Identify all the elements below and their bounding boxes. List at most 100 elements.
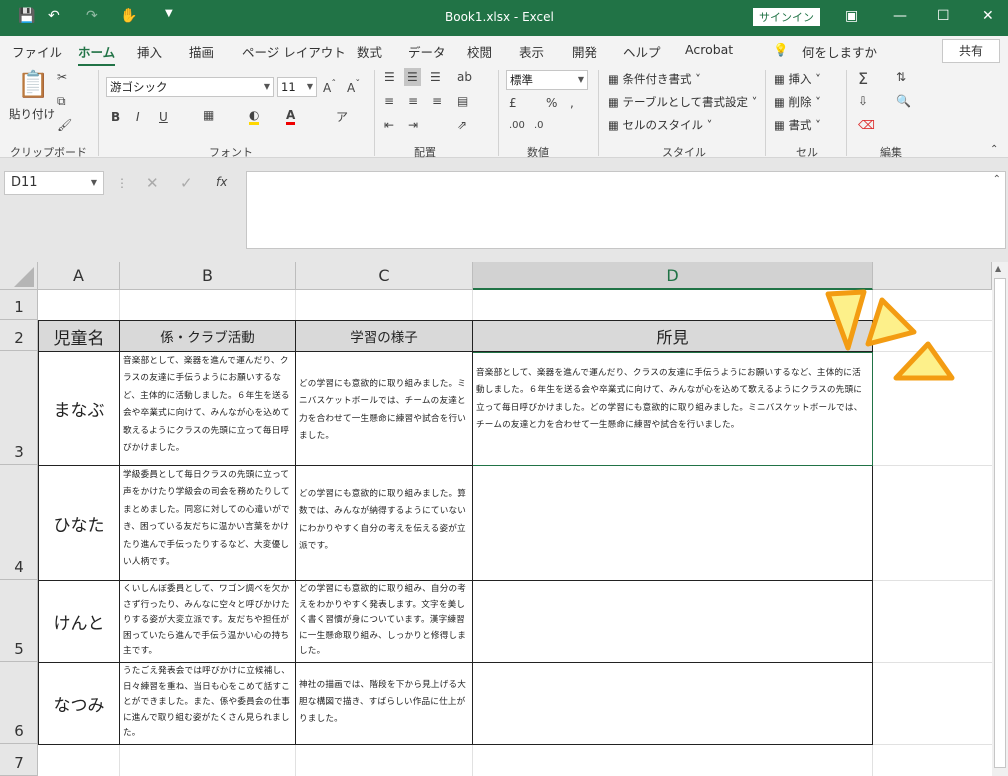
merge-center-icon[interactable]: ▤ xyxy=(457,94,468,108)
number-format-dropdown[interactable]: 標準 ▼ xyxy=(506,70,588,90)
tell-me-search[interactable]: 何をしますか xyxy=(802,42,877,61)
tab-file[interactable]: ファイル xyxy=(12,42,62,61)
study-cell[interactable]: どの学習にも意欲的に取り組みました。ミニバスケットボールでは、チームの友達と力を… xyxy=(296,352,473,466)
row-header-7[interactable]: 7 xyxy=(0,744,38,776)
autosum-icon[interactable]: Σ xyxy=(858,69,868,88)
row-header-4[interactable]: 4 xyxy=(0,465,38,580)
comma-icon[interactable]: , xyxy=(570,96,574,110)
wrap-text-icon[interactable]: ab xyxy=(457,70,472,84)
italic-icon[interactable]: I xyxy=(136,110,140,124)
cell-styles-button[interactable]: ▦ セルのスタイル ˅ xyxy=(608,117,712,133)
tab-page-layout[interactable]: ページ レイアウト xyxy=(242,42,346,61)
column-header-d[interactable]: D xyxy=(473,262,873,290)
underline-icon[interactable]: U xyxy=(159,110,168,124)
paste-button-label[interactable]: 貼り付け xyxy=(9,106,55,122)
header-club[interactable]: 係・クラブ活動 xyxy=(120,321,296,352)
conditional-format-button[interactable]: ▦ 条件付き書式 ˅ xyxy=(608,71,701,87)
currency-icon[interactable]: £ xyxy=(509,96,517,110)
study-cell[interactable]: どの学習にも意欲的に取り組み、自分の考えをわかりやすく発表します。文字を美しく書… xyxy=(296,581,473,663)
insert-function-icon[interactable]: fx xyxy=(216,175,227,189)
save-icon[interactable]: 💾 xyxy=(18,8,35,24)
align-center-icon[interactable]: ≡ xyxy=(408,94,418,108)
sort-filter-icon[interactable]: ⇅ xyxy=(896,70,906,84)
club-cell[interactable]: 学級委員として毎日クラスの先頭に立って声をかけたり学級会の司会を務めたりしてまと… xyxy=(120,466,296,581)
remark-cell[interactable] xyxy=(473,581,873,663)
tab-insert[interactable]: 挿入 xyxy=(137,42,162,61)
row-header-3[interactable]: 3 xyxy=(0,351,38,465)
tab-developer[interactable]: 開発 xyxy=(572,42,597,61)
font-name-dropdown[interactable]: 游ゴシック ▼ xyxy=(106,77,274,97)
student-name-cell[interactable]: ひなた xyxy=(39,466,120,581)
column-header-c[interactable]: C xyxy=(296,262,473,290)
bold-icon[interactable]: B xyxy=(111,110,120,124)
column-header-b[interactable]: B xyxy=(120,262,296,290)
student-name-cell[interactable]: けんと xyxy=(39,581,120,663)
tab-view[interactable]: 表示 xyxy=(519,42,544,61)
header-study[interactable]: 学習の様子 xyxy=(296,321,473,352)
maximize-button[interactable]: ☐ xyxy=(937,8,950,24)
tab-help[interactable]: ヘルプ xyxy=(623,42,661,61)
remark-cell[interactable] xyxy=(473,663,873,745)
increase-indent-icon[interactable]: ⇥ xyxy=(408,118,418,132)
decrease-decimal-icon[interactable]: .0 xyxy=(534,120,544,131)
fill-color-icon[interactable]: ◐ xyxy=(249,108,260,125)
delete-cells-button[interactable]: ▦ 削除 ˅ xyxy=(774,94,821,110)
row-header-2[interactable]: 2 xyxy=(0,320,38,351)
decrease-font-icon[interactable]: Aˇ xyxy=(347,79,360,95)
club-cell[interactable]: 音楽部として、楽器を進んで運んだり、クラスの友達に手伝うようにお願いするなど、主… xyxy=(120,352,296,466)
font-size-dropdown[interactable]: 11 ▼ xyxy=(277,77,317,97)
customize-qat-icon[interactable]: ▼ xyxy=(165,8,173,19)
clear-icon[interactable]: ⌫ xyxy=(858,118,875,132)
undo-icon[interactable]: ↶ xyxy=(48,8,60,24)
increase-decimal-icon[interactable]: .00 xyxy=(509,120,525,131)
formula-input[interactable]: ⌃ xyxy=(246,171,1006,249)
percent-icon[interactable]: % xyxy=(546,96,557,110)
ribbon-display-icon[interactable]: ▣ xyxy=(845,8,858,24)
signin-button[interactable]: サインイン xyxy=(753,8,820,26)
expand-formula-icon[interactable]: ⌃ xyxy=(993,174,1001,185)
header-name[interactable]: 児童名 xyxy=(39,321,120,352)
tab-review[interactable]: 校閲 xyxy=(467,42,492,61)
club-cell[interactable]: くいしんぼ委員として、ワゴン調べを欠かさず行ったり、みんなに空々と呼びかけたりす… xyxy=(120,581,296,663)
align-top-icon[interactable]: ☰ xyxy=(384,70,395,84)
select-all-button[interactable] xyxy=(0,262,38,290)
tab-data[interactable]: データ xyxy=(408,42,446,61)
student-name-cell[interactable]: なつみ xyxy=(39,663,120,745)
border-icon[interactable]: ▦ xyxy=(203,108,214,122)
phonetic-icon[interactable]: ア xyxy=(336,108,348,125)
header-remark[interactable]: 所見 xyxy=(473,321,873,352)
tab-acrobat[interactable]: Acrobat xyxy=(685,42,733,57)
row-header-6[interactable]: 6 xyxy=(0,662,38,744)
align-bottom-icon[interactable]: ☰ xyxy=(430,70,441,84)
study-cell[interactable]: 神社の描画では、階段を下から見上げる大胆な構図で描き、すばらしい作品に仕上がりま… xyxy=(296,663,473,745)
remark-cell[interactable]: 音楽部として、楽器を進んで運んだり、クラスの友達に手伝うようにお願いするなど、主… xyxy=(473,352,873,466)
close-button[interactable]: ✕ xyxy=(982,8,994,24)
insert-cells-button[interactable]: ▦ 挿入 ˅ xyxy=(774,71,821,87)
collapse-ribbon-icon[interactable]: ⌃ xyxy=(990,144,998,155)
row-header-1[interactable]: 1 xyxy=(0,290,38,320)
share-button[interactable]: 共有 xyxy=(942,39,1000,63)
fill-icon[interactable]: ⇩ xyxy=(858,94,868,108)
decrease-indent-icon[interactable]: ⇤ xyxy=(384,118,394,132)
touch-mode-icon[interactable]: ✋ xyxy=(120,8,137,24)
column-header-a[interactable]: A xyxy=(38,262,120,290)
row-header-5[interactable]: 5 xyxy=(0,580,38,662)
club-cell[interactable]: うたごえ発表会では呼びかけに立候補し、日々練習を重ね、当日も心をこめて話すことが… xyxy=(120,663,296,745)
redo-icon[interactable]: ↷ xyxy=(86,8,98,24)
student-name-cell[interactable]: まなぶ xyxy=(39,352,120,466)
study-cell[interactable]: どの学習にも意欲的に取り組みました。算数では、みんなが納得するようにていないにわ… xyxy=(296,466,473,581)
enter-icon[interactable]: ✓ xyxy=(180,174,193,192)
align-right-icon[interactable]: ≡ xyxy=(432,94,442,108)
align-middle-icon[interactable]: ☰ xyxy=(404,68,421,86)
format-painter-icon[interactable]: 🖌 xyxy=(57,118,72,132)
cancel-icon[interactable]: ✕ xyxy=(146,174,159,192)
font-color-icon[interactable]: A xyxy=(286,108,296,125)
vertical-scrollbar[interactable]: ▲ xyxy=(992,262,1008,776)
remark-cell[interactable] xyxy=(473,466,873,581)
orientation-icon[interactable]: ⇗ xyxy=(457,118,467,132)
paste-icon[interactable]: 📋 xyxy=(17,70,49,100)
align-left-icon[interactable]: ≡ xyxy=(384,94,394,108)
increase-font-icon[interactable]: Aˆ xyxy=(323,79,336,95)
minimize-button[interactable]: — xyxy=(893,8,907,24)
format-cells-button[interactable]: ▦ 書式 ˅ xyxy=(774,117,821,133)
